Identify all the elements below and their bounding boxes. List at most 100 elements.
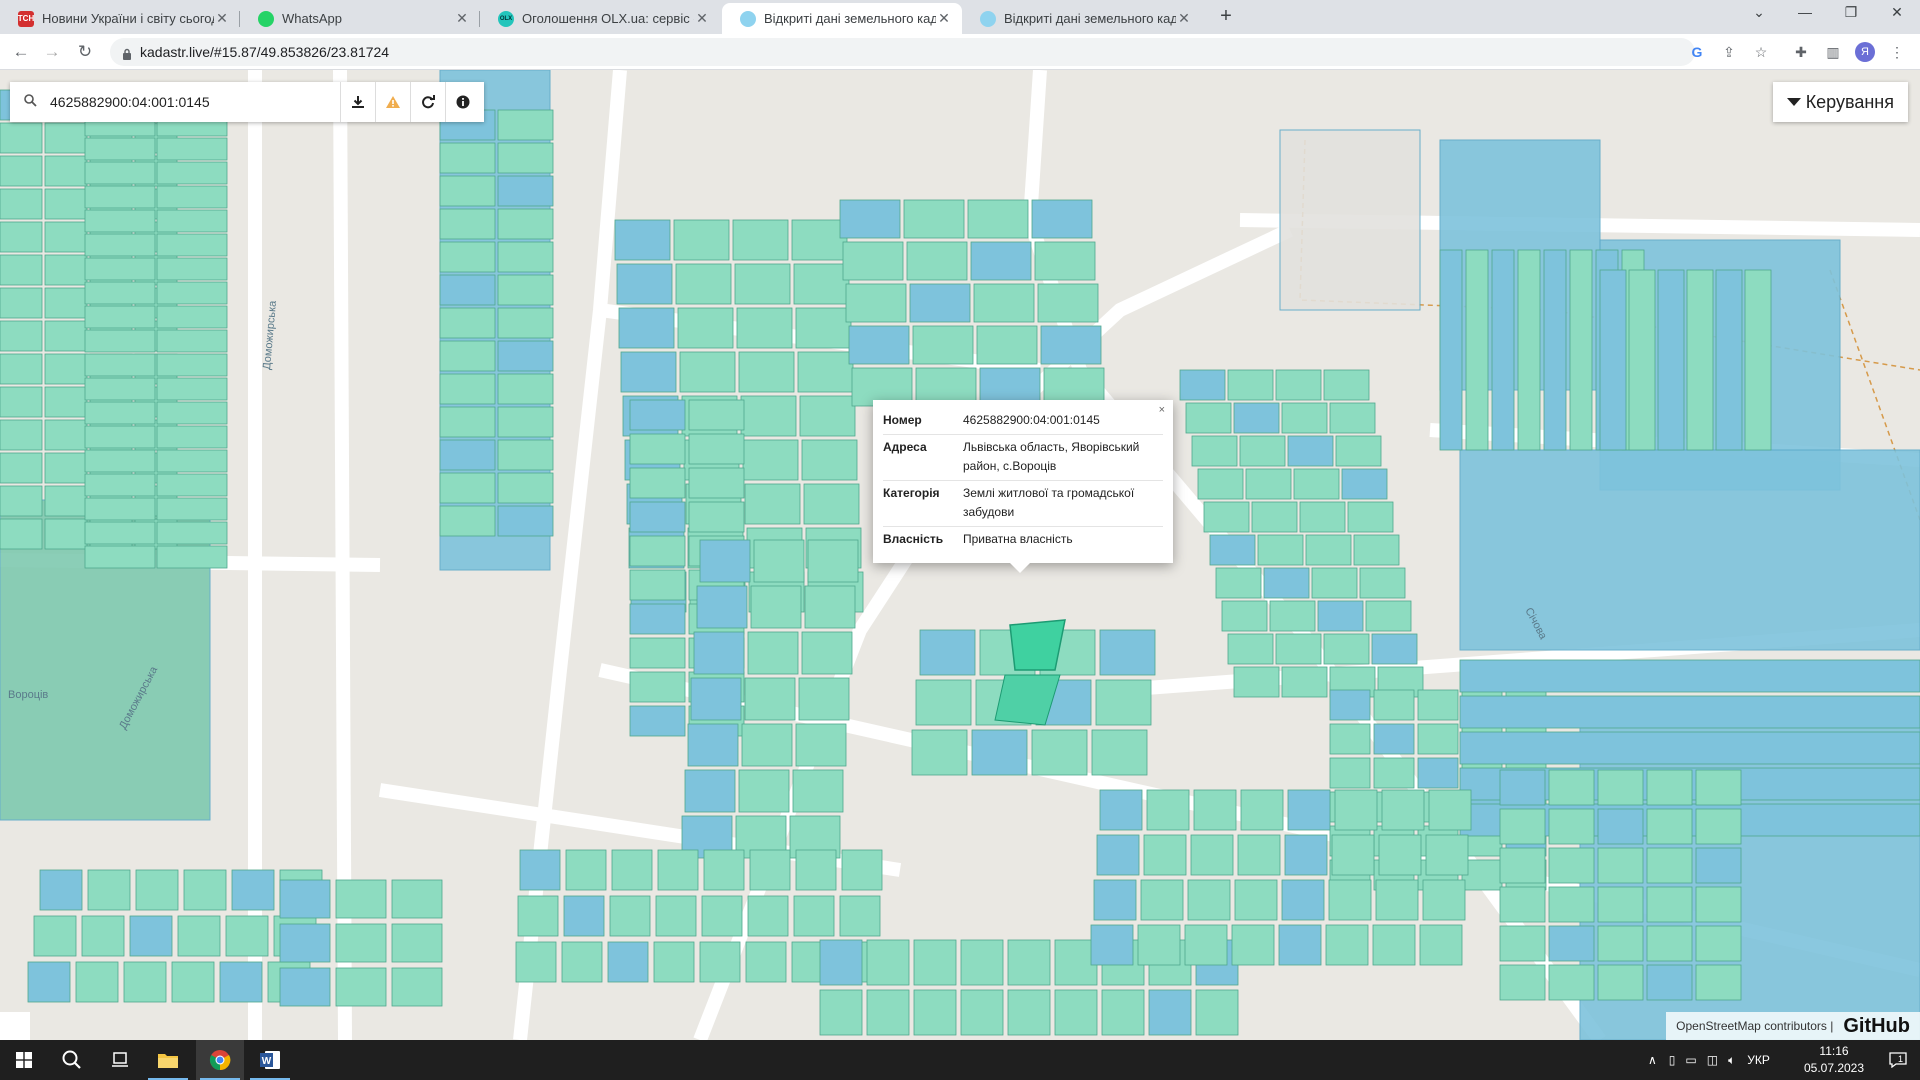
parcel[interactable] [0, 386, 43, 418]
parcel[interactable] [1569, 249, 1593, 451]
parcel[interactable] [1373, 757, 1415, 789]
controls-button[interactable]: Керування [1772, 82, 1908, 122]
parcel[interactable] [1646, 925, 1693, 962]
parcel[interactable] [497, 109, 554, 141]
parcel[interactable] [795, 307, 852, 349]
parcel[interactable] [629, 467, 686, 499]
parcel[interactable] [497, 373, 554, 405]
parcel[interactable] [819, 989, 863, 1036]
parcel[interactable] [497, 505, 554, 537]
parcel[interactable] [1695, 769, 1742, 806]
parcel[interactable] [84, 137, 156, 161]
parcel[interactable] [618, 307, 675, 349]
parcel[interactable] [1221, 600, 1268, 632]
parcel[interactable] [795, 723, 847, 767]
parcel[interactable] [156, 305, 228, 329]
google-lens-icon[interactable]: G [1688, 43, 1706, 61]
parcel[interactable] [391, 879, 443, 919]
parcel[interactable] [439, 175, 496, 207]
parcel[interactable] [565, 849, 607, 891]
parcel[interactable] [335, 923, 387, 963]
tab-olx[interactable]: OLX Оголошення OLX.ua: сервіс оголошень … [480, 3, 720, 34]
parcel[interactable] [745, 941, 787, 983]
parcel[interactable] [1007, 939, 1051, 986]
parcel[interactable] [515, 941, 557, 983]
parcel[interactable] [1185, 402, 1232, 434]
file-explorer-icon[interactable] [144, 1040, 192, 1080]
forward-arrow-icon[interactable]: → [40, 40, 64, 64]
parcel[interactable] [629, 433, 686, 465]
parcel[interactable] [960, 939, 1004, 986]
parcel[interactable] [1329, 689, 1371, 721]
parcel[interactable] [673, 219, 730, 261]
parcel[interactable] [736, 307, 793, 349]
parcel[interactable] [653, 941, 695, 983]
parcel[interactable] [1695, 964, 1742, 1001]
parcel[interactable] [156, 401, 228, 425]
parcel[interactable] [749, 849, 791, 891]
parcel[interactable] [1281, 879, 1325, 921]
parcel[interactable] [798, 677, 850, 721]
warning-button[interactable] [375, 82, 410, 122]
parcel[interactable] [1095, 679, 1152, 726]
back-arrow-icon[interactable]: ← [9, 40, 33, 64]
parcel[interactable] [1597, 847, 1644, 884]
parcel[interactable] [439, 142, 496, 174]
parcel[interactable] [0, 221, 43, 253]
new-tab-button[interactable]: + [1214, 5, 1238, 28]
parcel[interactable] [0, 419, 43, 451]
parcel[interactable] [1417, 757, 1459, 789]
parcel[interactable] [44, 485, 88, 517]
parcel[interactable] [0, 452, 43, 484]
parcel[interactable] [1245, 468, 1292, 500]
parcel[interactable] [1695, 925, 1742, 962]
parcel[interactable] [839, 199, 901, 239]
parcel[interactable] [1140, 879, 1184, 921]
parcel[interactable] [913, 989, 957, 1036]
parcel[interactable] [1329, 757, 1371, 789]
parcel[interactable] [866, 939, 910, 986]
parcel[interactable] [1190, 834, 1234, 876]
parcel[interactable] [1499, 964, 1546, 1001]
parcel[interactable] [44, 155, 88, 187]
parcel[interactable] [734, 263, 791, 305]
tab-tsn[interactable]: ТСН Новини України і світу сьогодні ✕ [0, 3, 240, 34]
parcel[interactable] [44, 518, 88, 550]
parcel[interactable] [1465, 249, 1489, 451]
parcel[interactable] [1548, 886, 1595, 923]
parcel[interactable] [1054, 989, 1098, 1036]
menu-dots-icon[interactable]: ⋮ [1888, 43, 1906, 61]
parcel[interactable] [744, 677, 796, 721]
parcel[interactable] [919, 629, 976, 676]
search-input[interactable] [50, 94, 340, 110]
parcel[interactable] [611, 849, 653, 891]
parcel[interactable] [629, 569, 686, 601]
parcel[interactable] [1419, 924, 1463, 966]
parcel[interactable] [44, 386, 88, 418]
parcel[interactable] [845, 283, 907, 323]
parcel[interactable] [27, 961, 71, 1003]
parcel[interactable] [84, 329, 156, 353]
parcel[interactable] [84, 209, 156, 233]
parcel[interactable] [0, 518, 43, 550]
parcel[interactable] [156, 425, 228, 449]
parcel[interactable] [84, 281, 156, 305]
parcel[interactable] [279, 879, 331, 919]
parcel[interactable] [675, 263, 732, 305]
parcel[interactable] [0, 188, 43, 220]
parcel[interactable] [1215, 567, 1262, 599]
parcel[interactable] [1187, 879, 1231, 921]
parcel[interactable] [1335, 435, 1382, 467]
parcel[interactable] [1257, 534, 1304, 566]
parcel[interactable] [497, 175, 554, 207]
parcel[interactable] [439, 406, 496, 438]
parcel-area[interactable] [1279, 129, 1421, 311]
parcel[interactable] [1375, 879, 1419, 921]
parcel[interactable] [1499, 886, 1546, 923]
parcel[interactable] [1184, 924, 1228, 966]
parcel[interactable] [156, 545, 228, 569]
parcel[interactable] [1597, 964, 1644, 1001]
parcel[interactable] [279, 967, 331, 1007]
parcel[interactable] [1646, 964, 1693, 1001]
parcel[interactable] [1037, 283, 1099, 323]
